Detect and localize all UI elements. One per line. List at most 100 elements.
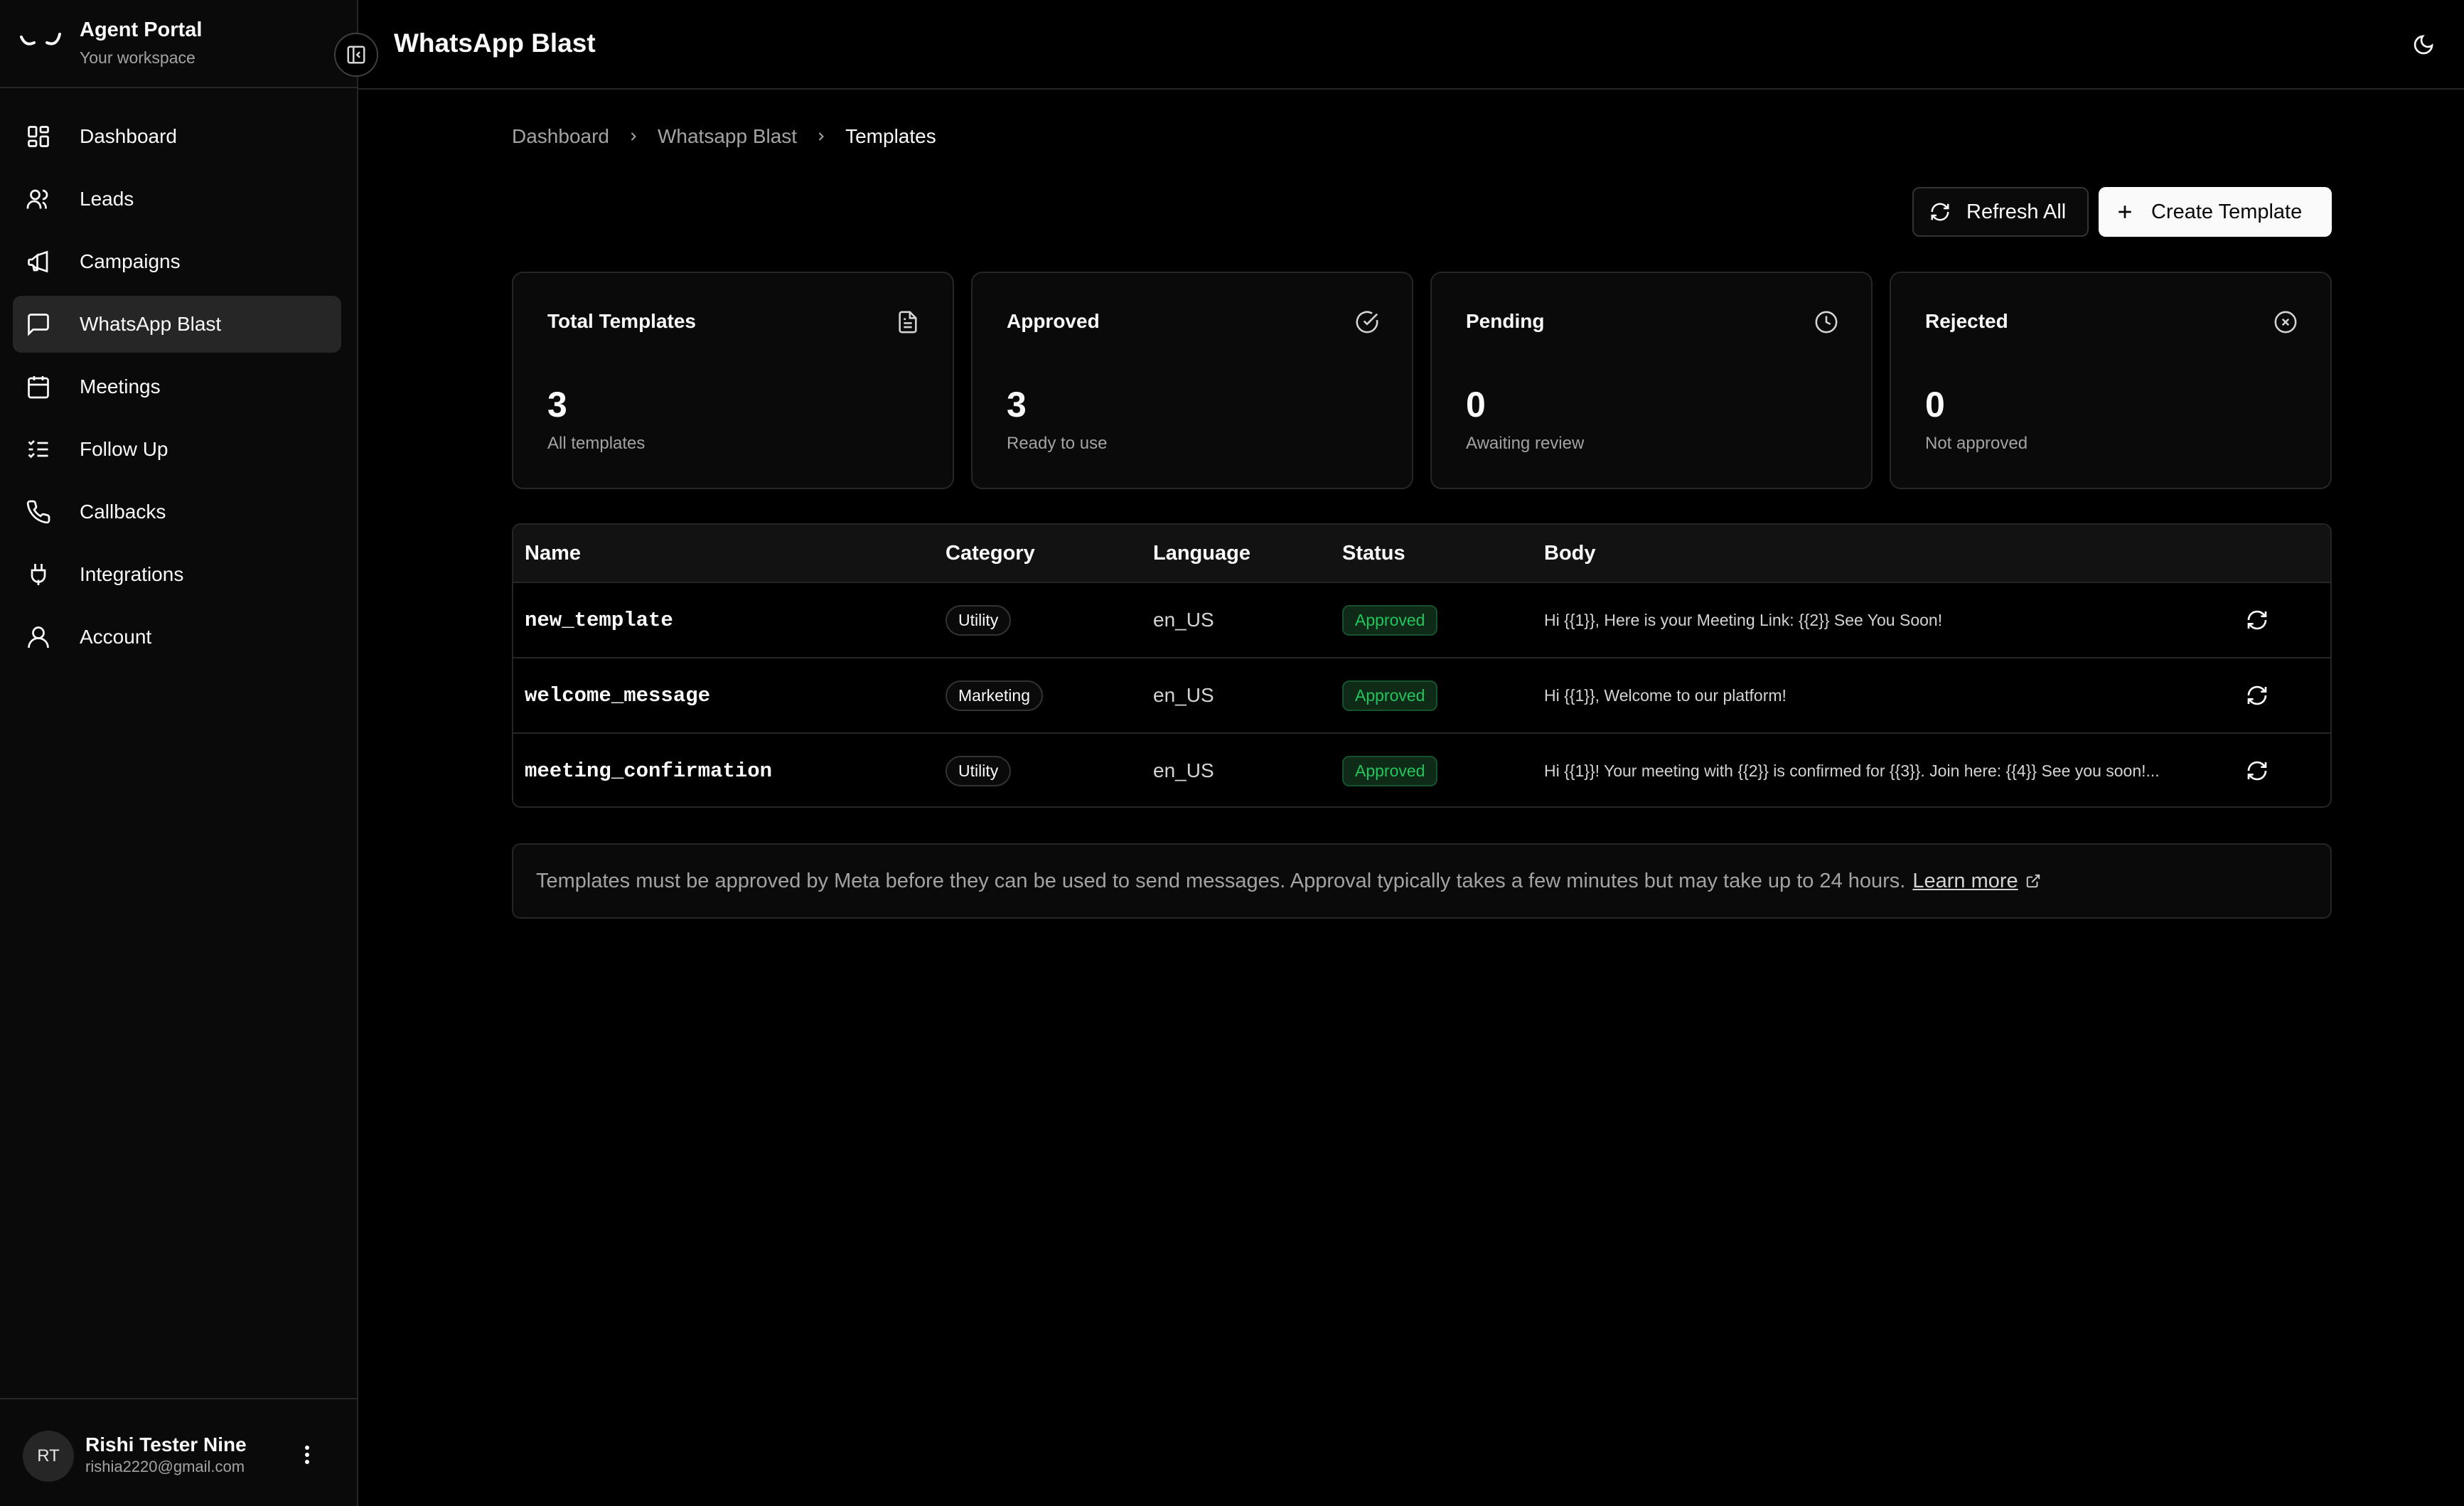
sidebar-item-dashboard[interactable]: Dashboard xyxy=(13,108,341,165)
stat-description: All templates xyxy=(547,434,646,453)
sidebar-item-campaigns[interactable]: Campaigns xyxy=(13,233,341,290)
brand-header: Agent Portal Your workspace xyxy=(0,0,357,88)
sidebar: Agent Portal Your workspace Dashboard Le… xyxy=(0,0,358,1506)
sidebar-item-callbacks[interactable]: Callbacks xyxy=(13,484,341,540)
create-template-button[interactable]: Create Template xyxy=(2099,187,2332,237)
sidebar-item-label: Callbacks xyxy=(80,501,166,523)
sidebar-item-label: Dashboard xyxy=(80,125,177,147)
refresh-icon xyxy=(2247,685,2267,705)
refresh-icon xyxy=(1931,203,1949,221)
refresh-all-label: Refresh All xyxy=(1966,200,2067,223)
template-language: en_US xyxy=(1153,759,1214,781)
column-header-category: Category xyxy=(946,542,1035,565)
stat-description: Not approved xyxy=(1925,434,2028,453)
refresh-icon xyxy=(2247,610,2267,630)
status-badge: Approved xyxy=(1342,680,1438,711)
chevron-right-icon xyxy=(814,129,828,144)
breadcrumb-whatsapp-blast[interactable]: Whatsapp Blast xyxy=(658,125,797,148)
theme-toggle-button[interactable] xyxy=(2406,27,2441,63)
sidebar-toggle-button[interactable] xyxy=(334,33,378,77)
stat-card-rejected: Rejected 0 Not approved xyxy=(1890,272,2332,489)
category-badge: Utility xyxy=(946,755,1012,786)
message-square-icon xyxy=(24,310,53,338)
templates-table: Name Category Language Status Body new_t… xyxy=(512,523,2332,808)
refresh-all-button[interactable]: Refresh All xyxy=(1912,187,2089,237)
table-row: new_template Utility en_US Approved Hi {… xyxy=(513,583,2330,658)
approval-notice: Templates must be approved by Meta befor… xyxy=(512,843,2332,919)
stat-title: Total Templates xyxy=(547,310,697,332)
table-row: welcome_message Marketing en_US Approved… xyxy=(513,658,2330,734)
user-email: rishia2220@gmail.com xyxy=(85,1458,245,1475)
template-body: Hi {{1}}, Welcome to our platform! xyxy=(1544,685,1787,705)
plug-icon xyxy=(24,560,53,589)
stat-card-pending: Pending 0 Awaiting review xyxy=(1430,272,1873,489)
plus-icon xyxy=(2118,205,2131,218)
stat-title: Approved xyxy=(1007,310,1100,332)
sidebar-item-label: Meetings xyxy=(80,375,161,397)
template-language: en_US xyxy=(1153,609,1214,631)
stat-card-approved: Approved 3 Ready to use xyxy=(971,272,1413,489)
page-title: WhatsApp Blast xyxy=(394,28,596,58)
chevron-right-icon xyxy=(626,129,641,144)
moon-icon xyxy=(2414,35,2433,55)
column-header-language: Language xyxy=(1153,542,1250,565)
template-language: en_US xyxy=(1153,684,1214,706)
stat-value: 3 xyxy=(547,385,567,424)
breadcrumb-dashboard[interactable]: Dashboard xyxy=(512,125,609,148)
column-header-body: Body xyxy=(1544,542,1596,565)
stat-description: Awaiting review xyxy=(1466,434,1585,453)
category-badge: Utility xyxy=(946,604,1012,636)
template-name: welcome_message xyxy=(525,683,711,707)
refresh-row-button[interactable] xyxy=(2241,734,2273,806)
list-checks-icon xyxy=(24,435,53,464)
stat-card-total: Total Templates 3 All templates xyxy=(512,272,954,489)
sidebar-item-account[interactable]: Account xyxy=(13,609,341,666)
breadcrumb: Dashboard Whatsapp Blast Templates xyxy=(512,125,936,148)
sidebar-item-label: Account xyxy=(80,626,152,648)
sidebar-item-follow-up[interactable]: Follow Up xyxy=(13,421,341,478)
more-vertical-icon[interactable] xyxy=(294,1441,320,1469)
breadcrumb-templates: Templates xyxy=(845,125,936,147)
dashboard-icon xyxy=(24,122,53,151)
user-icon xyxy=(24,623,53,651)
sidebar-item-label: Campaigns xyxy=(80,250,181,272)
column-header-status: Status xyxy=(1342,542,1405,565)
external-link-icon xyxy=(2025,873,2041,889)
notice-text: Templates must be approved by Meta befor… xyxy=(536,869,1906,892)
stat-title: Pending xyxy=(1466,310,1545,332)
table-row: meeting_confirmation Utility en_US Appro… xyxy=(513,734,2330,806)
sidebar-nav: Dashboard Leads Campaigns WhatsApp Blast… xyxy=(13,108,341,671)
sidebar-item-leads[interactable]: Leads xyxy=(13,171,341,228)
user-profile[interactable]: RT Rishi Tester Nine rishia2220@gmail.co… xyxy=(0,1398,357,1506)
refresh-icon xyxy=(2247,761,2267,781)
megaphone-icon xyxy=(24,247,53,276)
clock-icon xyxy=(1815,311,1838,333)
sidebar-item-label: Integrations xyxy=(80,563,184,585)
stat-value: 0 xyxy=(1466,385,1486,424)
brand-subtitle: Your workspace xyxy=(80,48,195,67)
sidebar-item-meetings[interactable]: Meetings xyxy=(13,358,341,415)
top-header: WhatsApp Blast xyxy=(358,0,2464,90)
stat-description: Ready to use xyxy=(1007,434,1108,453)
template-name: meeting_confirmation xyxy=(525,759,773,783)
column-header-name: Name xyxy=(525,542,581,565)
sidebar-item-integrations[interactable]: Integrations xyxy=(13,546,341,603)
template-body: Hi {{1}}! Your meeting with {{2}} is con… xyxy=(1544,761,2160,780)
sidebar-item-label: Leads xyxy=(80,188,134,210)
refresh-row-button[interactable] xyxy=(2241,583,2273,657)
phone-icon xyxy=(24,498,53,526)
logo-icon xyxy=(20,33,61,46)
create-template-label: Create Template xyxy=(2151,200,2303,223)
brand-title: Agent Portal xyxy=(80,18,203,41)
refresh-row-button[interactable] xyxy=(2241,658,2273,732)
stat-title: Rejected xyxy=(1925,310,2008,332)
sidebar-item-whatsapp-blast[interactable]: WhatsApp Blast xyxy=(13,296,341,353)
sidebar-item-label: Follow Up xyxy=(80,438,168,460)
check-circle-icon xyxy=(1356,311,1378,333)
category-badge: Marketing xyxy=(946,680,1043,711)
status-badge: Approved xyxy=(1342,604,1438,636)
learn-more-link[interactable]: Learn more xyxy=(1912,870,2018,893)
user-name: Rishi Tester Nine xyxy=(85,1433,247,1456)
calendar-icon xyxy=(24,373,53,401)
stat-value: 0 xyxy=(1925,385,1945,424)
